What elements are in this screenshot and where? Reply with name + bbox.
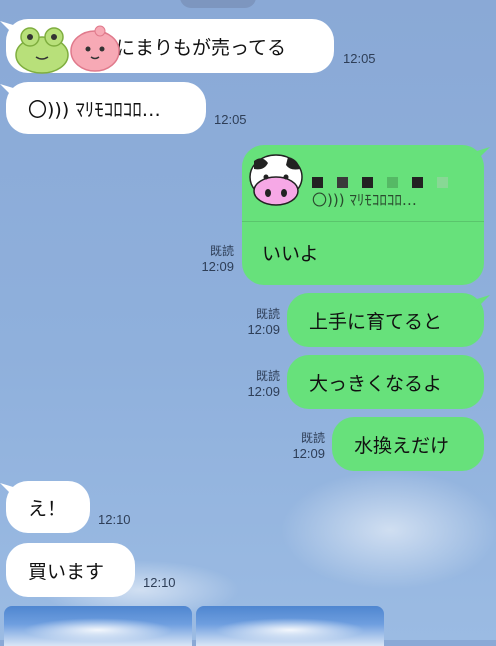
message-bubble[interactable]: え！ [6,481,90,533]
cow-icon [249,154,303,206]
read-receipt: 既読 12:09 [247,368,280,400]
read-label: 既読 [209,244,234,258]
message-bubble[interactable]: 大っきくなるよ [287,355,484,409]
read-receipt: 既読 12:09 [292,430,325,462]
photo-thumbnail[interactable] [196,606,384,646]
message-time: 12:10 [98,512,131,527]
message-text: 〇))) ﾏﾘﾓｺﾛｺﾛ… [28,98,161,121]
message-time: 12:10 [143,575,176,590]
message-bubble[interactable]: 水換えだけ [332,417,484,471]
message-bubble[interactable]: 〇))) ﾏﾘﾓｺﾛｺﾛ… [6,82,206,134]
cloud-decoration [280,470,496,590]
message-time: 12:05 [214,112,247,127]
message-time: 12:09 [292,446,325,461]
read-receipt: 既読 12:09 [247,306,280,338]
top-pill [180,0,256,8]
reply-divider [242,221,484,222]
message-text: 上手に育てると [309,310,443,333]
message-time: 12:09 [247,322,280,337]
message-bubble[interactable]: 上手に育てると [287,293,484,347]
message-text: にまりもが売ってる [116,36,287,59]
message-text: 買います [28,560,105,583]
message-time: 12:05 [343,51,376,66]
reply-quote-text: 〇))) ﾏﾘﾓｺﾛｺﾛ… [312,191,417,209]
message-text: え！ [28,497,67,520]
message-text: いいよ [262,243,319,265]
reply-message-bubble[interactable]: 〇))) ﾏﾘﾓｺﾛｺﾛ… いいよ [242,145,484,285]
message-text: 水換えだけ [354,434,450,457]
frog-and-pink-blob-icon [15,25,120,74]
message-time: 12:09 [201,259,234,274]
message-bubble[interactable]: にまりもが売ってる [6,19,334,74]
message-text: 大っきくなるよ [309,372,443,395]
read-label: 既読 [300,431,325,445]
read-label: 既読 [255,369,280,383]
message-time: 12:09 [247,384,280,399]
read-receipt: 既読 12:09 [201,243,234,275]
message-bubble[interactable]: 買います [6,543,135,597]
read-label: 既読 [255,307,280,321]
photo-thumbnail[interactable] [4,606,192,646]
